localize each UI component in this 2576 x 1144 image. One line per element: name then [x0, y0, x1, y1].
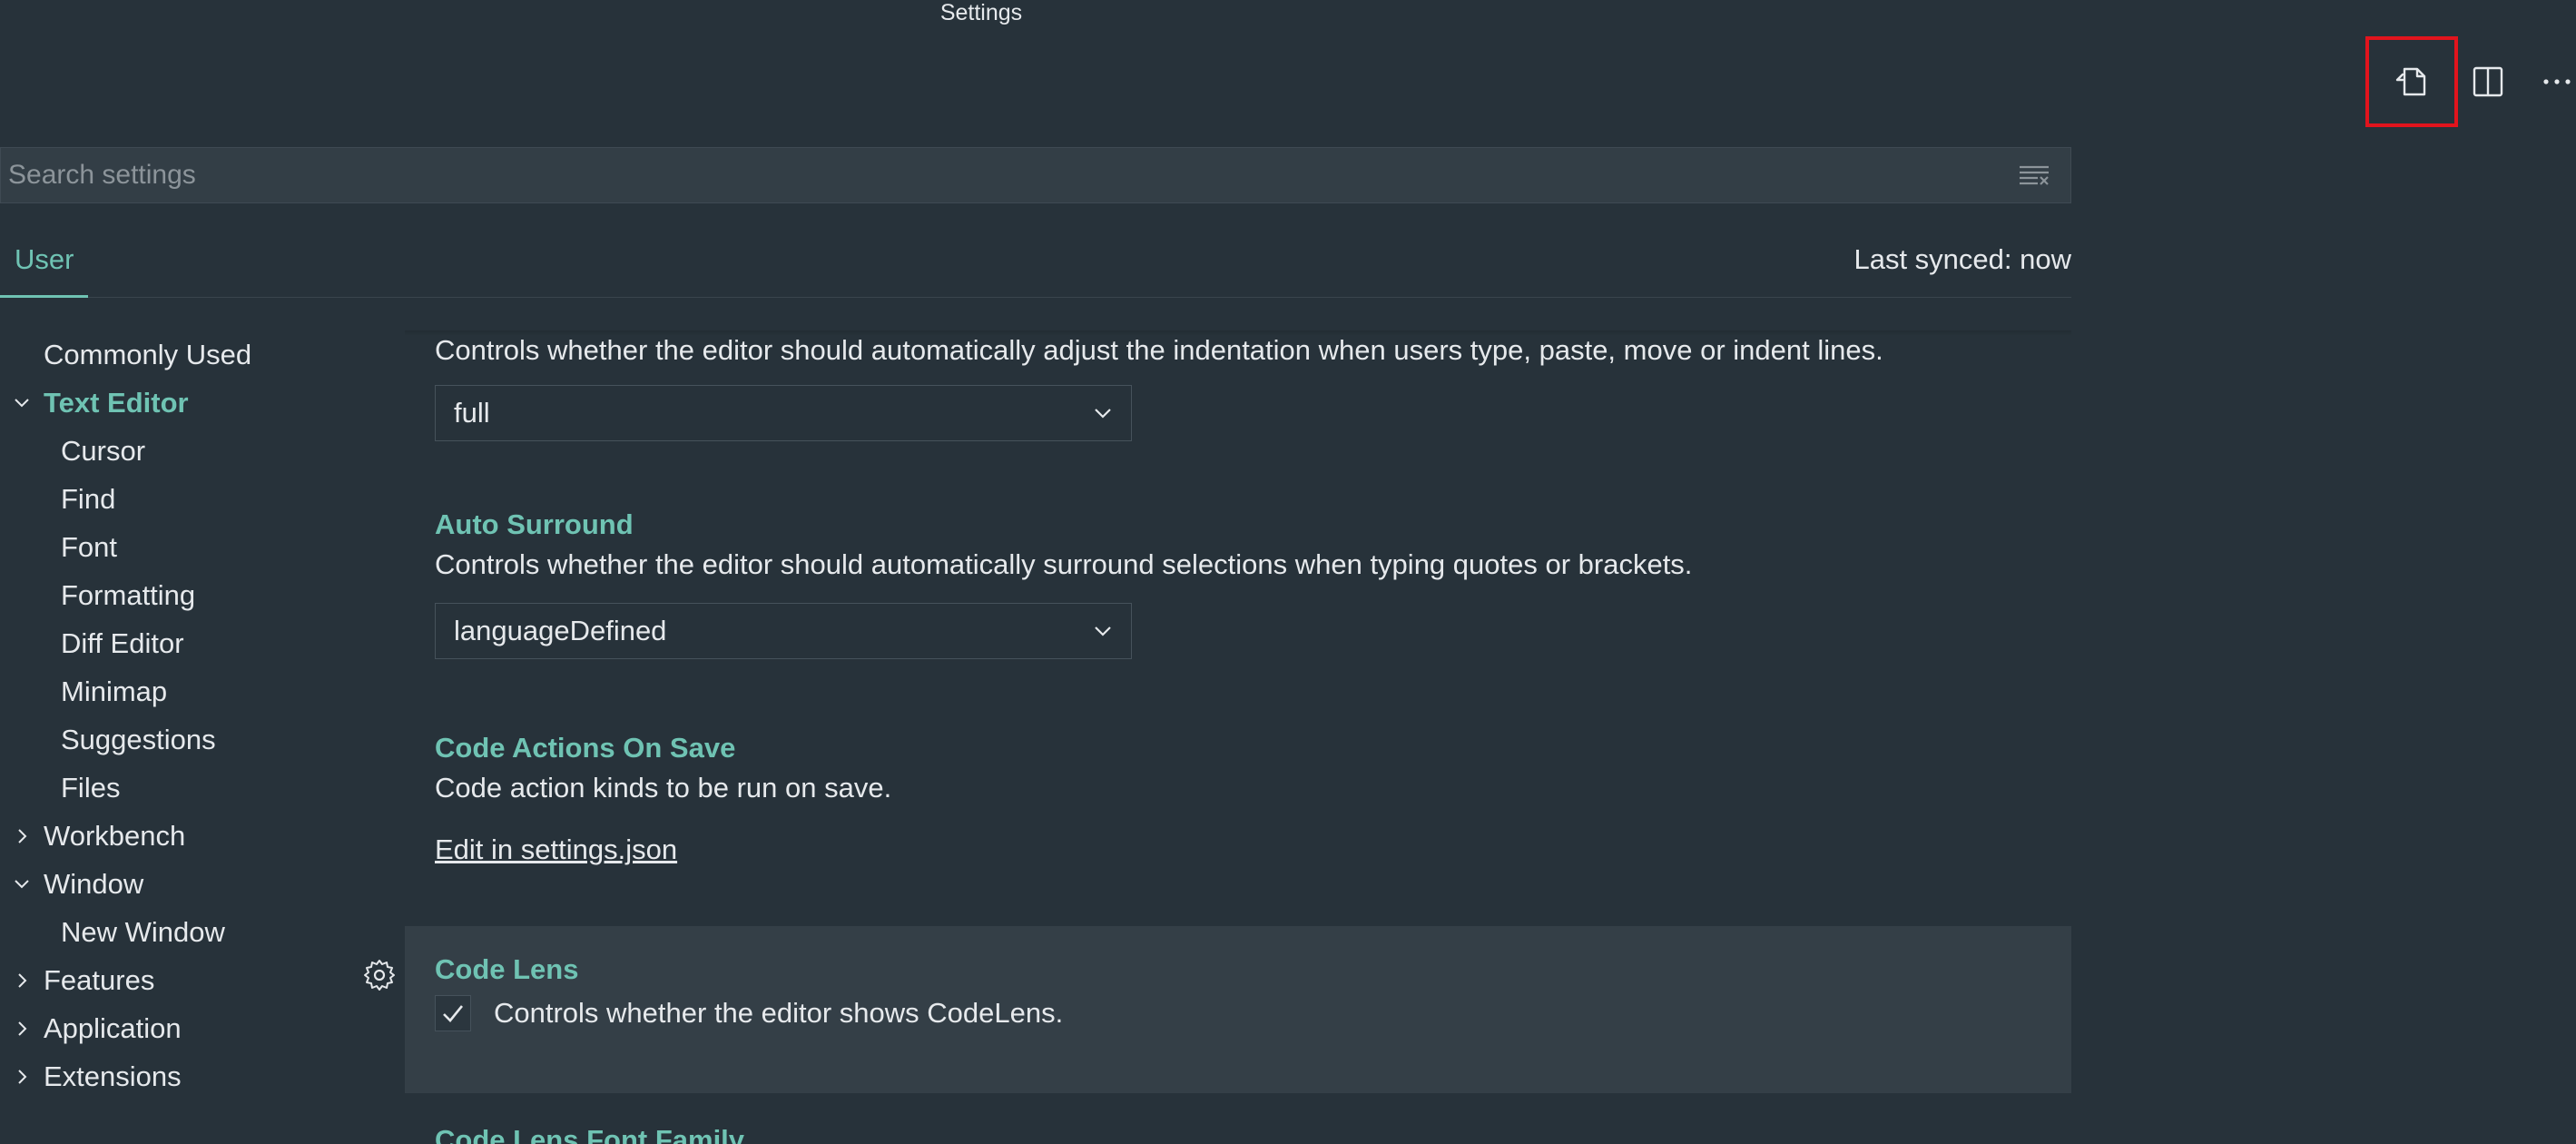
split-editor-icon	[2473, 66, 2503, 97]
toc-item-label: Minimap	[61, 675, 168, 707]
toc-item-label: Features	[44, 963, 155, 996]
edit-in-settings-json-link[interactable]: Edit in settings.json	[435, 833, 677, 865]
chevron-right-icon	[0, 971, 44, 991]
setting-title: Code Lens Font Family	[435, 1124, 745, 1144]
toc-item-label: Commonly Used	[44, 338, 252, 370]
toc-item-label: Suggestions	[61, 723, 216, 755]
select-value: full	[454, 397, 490, 429]
setting-auto-surround: Auto Surround Controls whether the edito…	[405, 505, 2071, 659]
toc-item-formatting[interactable]: Formatting	[0, 571, 399, 619]
setting-title: Auto Surround	[435, 508, 634, 540]
setting-code-lens: Code Lens Controls whether the editor sh…	[405, 926, 2071, 1093]
chevron-down-icon	[0, 874, 44, 894]
settings-scope-tabs: User Last synced: now	[0, 227, 2071, 298]
gear-icon	[364, 960, 395, 991]
toc-item-application[interactable]: Application	[0, 1004, 399, 1052]
setting-title: Code Lens	[435, 953, 579, 985]
toc-item-font[interactable]: Font	[0, 523, 399, 571]
check-icon	[443, 1005, 464, 1022]
toc-item-label: Files	[61, 771, 121, 804]
setting-code-actions-on-save: Code Actions On Save Code action kinds t…	[405, 728, 2071, 866]
toc-item-text-editor[interactable]: Text Editor	[0, 379, 399, 427]
clear-filter-button[interactable]	[1998, 148, 2070, 202]
sync-status: Last synced: now	[1853, 243, 2071, 275]
auto-indent-select[interactable]: full	[435, 385, 1132, 441]
chevron-right-icon	[0, 826, 44, 846]
search-input[interactable]	[1, 148, 1998, 202]
window-title: Settings	[939, 0, 1023, 25]
toc-item-workbench[interactable]: Workbench	[0, 812, 399, 860]
toc-item-label: Diff Editor	[61, 626, 184, 659]
toc-item-label: Text Editor	[44, 386, 189, 419]
more-actions-button[interactable]	[2511, 36, 2576, 127]
setting-description: Code action kinds to be run on save.	[435, 772, 892, 804]
toc-item-label: New Window	[61, 915, 225, 948]
toc-item-label: Cursor	[61, 434, 146, 467]
setting-title: Code Actions On Save	[435, 732, 736, 764]
setting-gear-button[interactable]	[361, 957, 398, 993]
chevron-down-icon	[1095, 409, 1111, 419]
toc-item-files[interactable]: Files	[0, 764, 399, 812]
tab-user[interactable]: User	[0, 227, 89, 298]
chevron-down-icon	[0, 393, 44, 413]
toc-item-label: Font	[61, 530, 118, 563]
setting-auto-indent: Controls whether the editor should autom…	[405, 330, 2071, 441]
toc-item-label: Find	[61, 482, 116, 515]
toc-item-label: Workbench	[44, 819, 186, 852]
auto-surround-select[interactable]: languageDefined	[435, 603, 1132, 659]
toc-item-cursor[interactable]: Cursor	[0, 427, 399, 475]
toc-item-new-window[interactable]: New Window	[0, 908, 399, 956]
clear-filter-icon	[2020, 165, 2049, 185]
toc-item-label: Application	[44, 1011, 182, 1044]
chevron-right-icon	[0, 1067, 44, 1087]
toc-item-extensions[interactable]: Extensions	[0, 1052, 399, 1100]
toc-item-label: Formatting	[61, 578, 196, 611]
toc-item-features[interactable]: Features	[0, 956, 399, 1004]
open-settings-json-icon	[2395, 67, 2426, 96]
toc-item-find[interactable]: Find	[0, 475, 399, 523]
setting-description: Controls whether the editor should autom…	[435, 334, 1883, 366]
toc-item-diff-editor[interactable]: Diff Editor	[0, 619, 399, 667]
chevron-down-icon	[1095, 626, 1111, 636]
toc-item-label: Window	[44, 867, 144, 900]
setting-description: Controls whether the editor should autom…	[435, 548, 1693, 580]
toc-item-commonly-used[interactable]: Commonly Used	[0, 330, 399, 379]
code-lens-checkbox[interactable]	[435, 995, 471, 1031]
chevron-right-icon	[0, 1019, 44, 1039]
settings-toc: Commonly Used Text Editor Cursor Find Fo…	[0, 330, 399, 1100]
setting-description: Controls whether the editor shows CodeLe…	[494, 997, 1064, 1029]
toc-item-suggestions[interactable]: Suggestions	[0, 715, 399, 764]
select-value: languageDefined	[454, 615, 667, 646]
more-actions-icon	[2543, 79, 2571, 84]
toc-item-minimap[interactable]: Minimap	[0, 667, 399, 715]
toc-item-window[interactable]: Window	[0, 860, 399, 908]
setting-code-lens-font-family: Code Lens Font Family	[405, 1120, 2071, 1144]
toc-item-label: Extensions	[44, 1060, 182, 1092]
settings-list: Controls whether the editor should autom…	[405, 320, 2071, 1144]
search-settings-box	[0, 147, 2071, 203]
